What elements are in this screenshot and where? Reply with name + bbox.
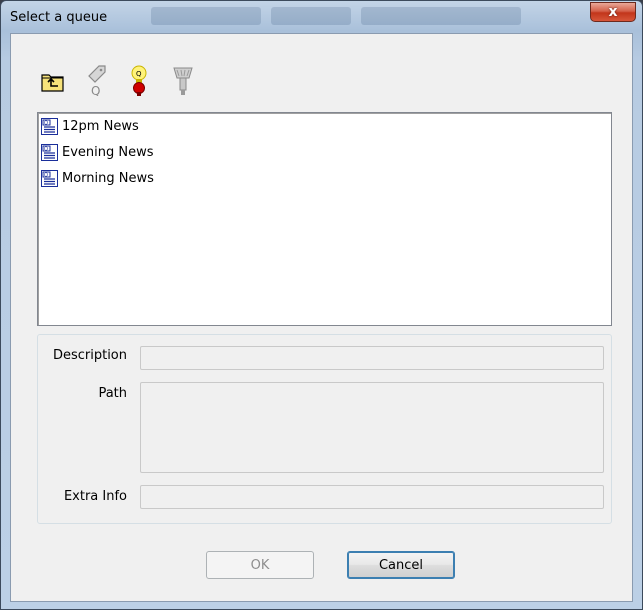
queue-list[interactable]: Q 12pm News Q Evening News Q Morning New… <box>37 112 612 326</box>
queue-name: Morning News <box>62 170 154 186</box>
close-button[interactable]: x <box>590 2 636 22</box>
queue-name: 12pm News <box>62 118 139 134</box>
path-label: Path <box>98 386 127 401</box>
ok-button[interactable]: OK <box>206 551 314 579</box>
background-blur <box>361 7 521 25</box>
close-icon: x <box>608 4 618 20</box>
svg-text:Q: Q <box>91 84 100 96</box>
list-item[interactable]: Q 12pm News <box>41 115 139 137</box>
dialog-client-area: Q Q Q 12pm News Q Evening News Q Morning… <box>10 33 633 602</box>
queue-icon: Q <box>41 117 58 135</box>
description-label: Description <box>52 348 127 363</box>
queue-bulb-button[interactable]: Q <box>125 64 153 98</box>
extra-info-label: Extra Info <box>63 489 127 504</box>
description-field <box>140 346 604 370</box>
folder-up-icon <box>41 74 64 92</box>
queue-icon: Q <box>41 169 58 187</box>
queue-tag-button[interactable]: Q <box>83 64 111 98</box>
svg-text:Q: Q <box>136 70 142 78</box>
list-item[interactable]: Q Morning News <box>41 167 154 189</box>
folder-up-button[interactable] <box>39 64 67 98</box>
extra-info-field <box>140 485 604 509</box>
background-blur <box>151 7 261 25</box>
path-field <box>140 382 604 473</box>
queue-icon: Q <box>41 143 58 161</box>
queue-tag-icon: Q <box>88 65 106 96</box>
queue-bulb-icon: Q <box>131 65 147 96</box>
shower-button[interactable] <box>169 64 197 98</box>
queue-name: Evening News <box>62 144 154 160</box>
dialog-window: Select a queue x Q Q Q 12pm News Q Eveni… <box>0 0 643 610</box>
dialog-title: Select a queue <box>10 10 108 25</box>
background-blur <box>271 7 351 25</box>
details-group: Description Path Extra Info <box>37 334 612 524</box>
title-bar[interactable]: Select a queue x <box>1 1 642 33</box>
svg-text:Q: Q <box>44 146 48 152</box>
list-item[interactable]: Q Evening News <box>41 141 154 163</box>
shower-icon <box>173 67 193 95</box>
cancel-button[interactable]: Cancel <box>347 551 455 579</box>
svg-text:Q: Q <box>44 172 48 178</box>
svg-text:Q: Q <box>44 120 48 126</box>
